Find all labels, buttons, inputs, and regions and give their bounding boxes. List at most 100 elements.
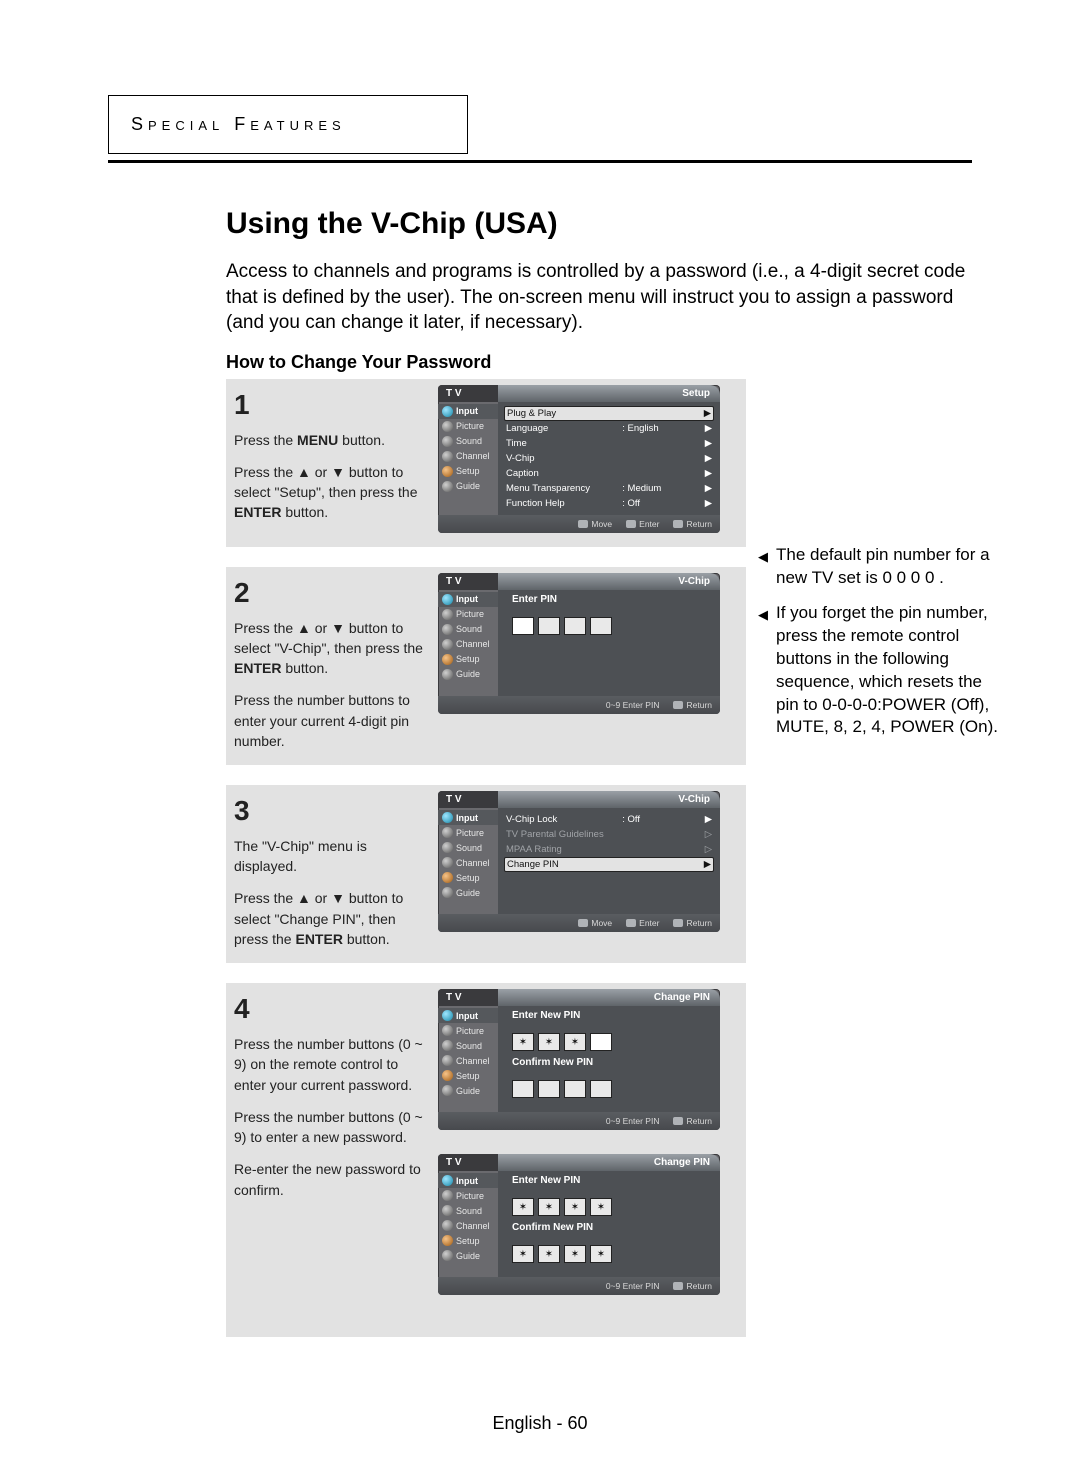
text: Press the number buttons (0 ~ 9) to ente…	[234, 1107, 426, 1148]
sidebar-item-input[interactable]: Input	[438, 592, 498, 607]
osd-sidebar: Input Picture Sound Channel Setup Guide	[438, 1171, 498, 1277]
menu-row[interactable]: Caption▶	[504, 466, 714, 481]
sidebar-item-guide[interactable]: Guide	[438, 667, 498, 682]
pin-digit-box[interactable]: ✶	[512, 1198, 534, 1216]
sidebar-item-picture[interactable]: Picture	[438, 1023, 498, 1038]
label: Sound	[456, 1206, 482, 1216]
sidebar-item-guide[interactable]: Guide	[438, 479, 498, 494]
move-icon	[578, 520, 588, 528]
osd-title: Setup	[498, 385, 720, 402]
menu-row[interactable]: V-Chip▶	[504, 451, 714, 466]
sidebar-item-sound[interactable]: Sound	[438, 434, 498, 449]
label: Sound	[456, 1041, 482, 1051]
sidebar-item-sound[interactable]: Sound	[438, 840, 498, 855]
sidebar-item-picture[interactable]: Picture	[438, 419, 498, 434]
label: Setup	[456, 873, 480, 883]
sidebar-item-picture[interactable]: Picture	[438, 607, 498, 622]
confirm-new-pin-label: Confirm New PIN	[512, 1222, 714, 1233]
osd-panel: Plug & Play▶ Language: English▶ Time▶ V-…	[498, 402, 720, 515]
step-4-text: 4 Press the number buttons (0 ~ 9) on th…	[234, 989, 426, 1200]
sidebar-item-guide[interactable]: Guide	[438, 1248, 498, 1263]
sidebar-item-input[interactable]: Input	[438, 1173, 498, 1188]
sidebar-item-setup[interactable]: Setup	[438, 464, 498, 479]
pin-digit-box[interactable]	[590, 1080, 612, 1098]
text: Re-enter the new password to confirm.	[234, 1159, 426, 1200]
osd-footer: Move Enter Return	[438, 914, 720, 932]
footer-hint-number: 0~9 Enter PIN	[606, 700, 660, 710]
pin-digit-box[interactable]: ✶	[538, 1198, 560, 1216]
pin-input-row: ✶ ✶ ✶ ✶	[512, 1245, 714, 1263]
sidebar-item-sound[interactable]: Sound	[438, 1038, 498, 1053]
menu-row[interactable]: Language: English▶	[504, 421, 714, 436]
pin-digit-box[interactable]	[564, 617, 586, 635]
menu-row[interactable]: Function Help: Off▶	[504, 496, 714, 511]
guide-icon	[442, 887, 453, 898]
osd-panel: Enter PIN	[498, 590, 720, 696]
intro-paragraph: Access to channels and programs is contr…	[226, 259, 972, 336]
label: Channel	[456, 1056, 490, 1066]
pin-digit-box[interactable]: ✶	[590, 1198, 612, 1216]
pin-digit-box[interactable]	[564, 1080, 586, 1098]
menu-row[interactable]: V-Chip Lock: Off▶	[504, 812, 714, 827]
text: Press the	[234, 432, 297, 448]
pin-digit-box[interactable]: ✶	[538, 1245, 560, 1263]
input-icon	[442, 1175, 453, 1186]
pin-digit-box[interactable]: ✶	[512, 1033, 534, 1051]
sidebar-item-input[interactable]: Input	[438, 810, 498, 825]
manual-page: Special Features Using the V-Chip (USA) …	[108, 95, 972, 1357]
pin-digit-box[interactable]	[590, 617, 612, 635]
osd-sidebar: Input Picture Sound Channel Setup Guide	[438, 402, 498, 515]
osd-tv-label: T V	[438, 573, 498, 590]
pin-digit-box[interactable]: ✶	[590, 1245, 612, 1263]
footer-hint-return: Return	[673, 519, 712, 529]
label: Return	[686, 1116, 712, 1126]
sidebar-item-channel[interactable]: Channel	[438, 1218, 498, 1233]
sidebar-item-picture[interactable]: Picture	[438, 825, 498, 840]
menu-row[interactable]: Plug & Play▶	[504, 406, 714, 421]
pin-digit-box[interactable]: ✶	[512, 1245, 534, 1263]
text: button.	[281, 504, 328, 520]
osd-screen-change-pin-1: T V Change PIN Input Picture Sound Chann…	[438, 989, 720, 1130]
sidebar-item-setup[interactable]: Setup	[438, 652, 498, 667]
triangle-left-icon: ◀	[758, 602, 768, 740]
sidebar-item-channel[interactable]: Channel	[438, 449, 498, 464]
pin-digit-box[interactable]: ✶	[564, 1198, 586, 1216]
menu-row[interactable]: Menu Transparency: Medium▶	[504, 481, 714, 496]
footer-hint-enter: Enter	[626, 519, 659, 529]
step-3: 3 The "V-Chip" menu is displayed. Press …	[226, 785, 746, 963]
pin-digit-box[interactable]: ✶	[564, 1033, 586, 1051]
pin-digit-box[interactable]	[512, 1080, 534, 1098]
sidebar-item-channel[interactable]: Channel	[438, 1053, 498, 1068]
pin-digit-box[interactable]	[512, 617, 534, 635]
sidebar-item-input[interactable]: Input	[438, 404, 498, 419]
setup-icon	[442, 466, 453, 477]
label: Return	[686, 1281, 712, 1291]
pin-digit-box[interactable]	[590, 1033, 612, 1051]
menu-row[interactable]: Time▶	[504, 436, 714, 451]
sidebar-item-channel[interactable]: Channel	[438, 855, 498, 870]
sidebar-item-guide[interactable]: Guide	[438, 885, 498, 900]
sidebar-item-guide[interactable]: Guide	[438, 1083, 498, 1098]
sidebar-item-setup[interactable]: Setup	[438, 1068, 498, 1083]
pin-input-row	[512, 617, 714, 635]
pin-digit-box[interactable]	[538, 1080, 560, 1098]
pin-digit-box[interactable]: ✶	[564, 1245, 586, 1263]
input-icon	[442, 406, 453, 417]
sound-icon	[442, 436, 453, 447]
osd-tv-label: T V	[438, 791, 498, 808]
sidebar-item-picture[interactable]: Picture	[438, 1188, 498, 1203]
step-number: 3	[234, 791, 426, 832]
sidebar-item-sound[interactable]: Sound	[438, 622, 498, 637]
sidebar-item-sound[interactable]: Sound	[438, 1203, 498, 1218]
chevron-right-icon: ▶	[700, 468, 712, 479]
pin-digit-box[interactable]: ✶	[538, 1033, 560, 1051]
chevron-right-icon: ▶	[699, 859, 711, 870]
label: Setup	[456, 654, 480, 664]
pin-digit-box[interactable]	[538, 617, 560, 635]
sidebar-item-channel[interactable]: Channel	[438, 637, 498, 652]
label: Picture	[456, 1191, 484, 1201]
sidebar-item-setup[interactable]: Setup	[438, 1233, 498, 1248]
sidebar-item-input[interactable]: Input	[438, 1008, 498, 1023]
menu-row[interactable]: Change PIN▶	[504, 857, 714, 872]
sidebar-item-setup[interactable]: Setup	[438, 870, 498, 885]
